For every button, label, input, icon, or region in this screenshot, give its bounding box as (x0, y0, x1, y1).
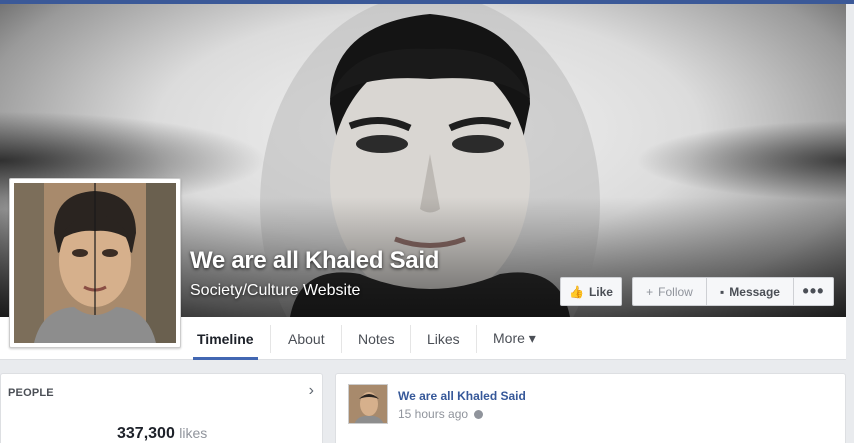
more-options-button[interactable]: ••• (794, 277, 834, 306)
post-avatar-portrait (349, 385, 387, 423)
likes-number: 337,300 (117, 425, 175, 442)
speech-bubble-icon: ▪ (720, 284, 725, 299)
tab-more[interactable]: More ▾ (493, 317, 536, 360)
tab-likes[interactable]: Likes (427, 317, 460, 360)
follow-button[interactable]: + Follow (632, 277, 706, 306)
tab-timeline-label: Timeline (197, 330, 254, 347)
likes-count: 337,300 likes (117, 425, 207, 443)
post-card: We are all Khaled Said 15 hours ago (335, 373, 846, 443)
scrollbar[interactable] (846, 4, 854, 443)
tab-divider (476, 325, 477, 353)
page-category[interactable]: Society/Culture Website (190, 282, 360, 300)
tab-divider (410, 325, 411, 353)
post-timestamp[interactable]: 15 hours ago (398, 407, 484, 421)
tab-notes-label: Notes (358, 330, 395, 347)
tab-more-label: More ▾ (493, 330, 536, 346)
tab-about[interactable]: About (288, 317, 325, 360)
people-heading: PEOPLE (8, 387, 54, 399)
plus-icon: + (646, 284, 654, 299)
tab-divider (270, 325, 271, 353)
profile-picture[interactable] (9, 178, 181, 348)
tab-notes[interactable]: Notes (358, 317, 395, 360)
people-card: PEOPLE › 337,300 likes (0, 373, 323, 443)
tab-likes-label: Likes (427, 330, 460, 347)
like-label: Like (588, 284, 613, 299)
post-time-text: 15 hours ago (398, 407, 469, 421)
likes-label: likes (179, 425, 208, 441)
profile-portrait (14, 183, 176, 343)
post-author-link[interactable]: We are all Khaled Said (398, 389, 526, 403)
follow-label: Follow (658, 284, 693, 299)
tab-timeline[interactable]: Timeline (193, 317, 258, 360)
tab-about-label: About (288, 330, 325, 347)
message-label: Message (729, 284, 780, 299)
post-avatar[interactable] (348, 384, 388, 424)
message-button[interactable]: ▪ Message (706, 277, 794, 306)
thumbs-up-icon: 👍 (569, 284, 584, 299)
chevron-right-icon[interactable]: › (309, 382, 314, 400)
globe-icon (474, 409, 484, 419)
ellipsis-icon: ••• (802, 281, 825, 301)
tab-divider (341, 325, 342, 353)
page-title[interactable]: We are all Khaled Said (190, 247, 439, 275)
like-button[interactable]: 👍 Like (560, 277, 622, 306)
